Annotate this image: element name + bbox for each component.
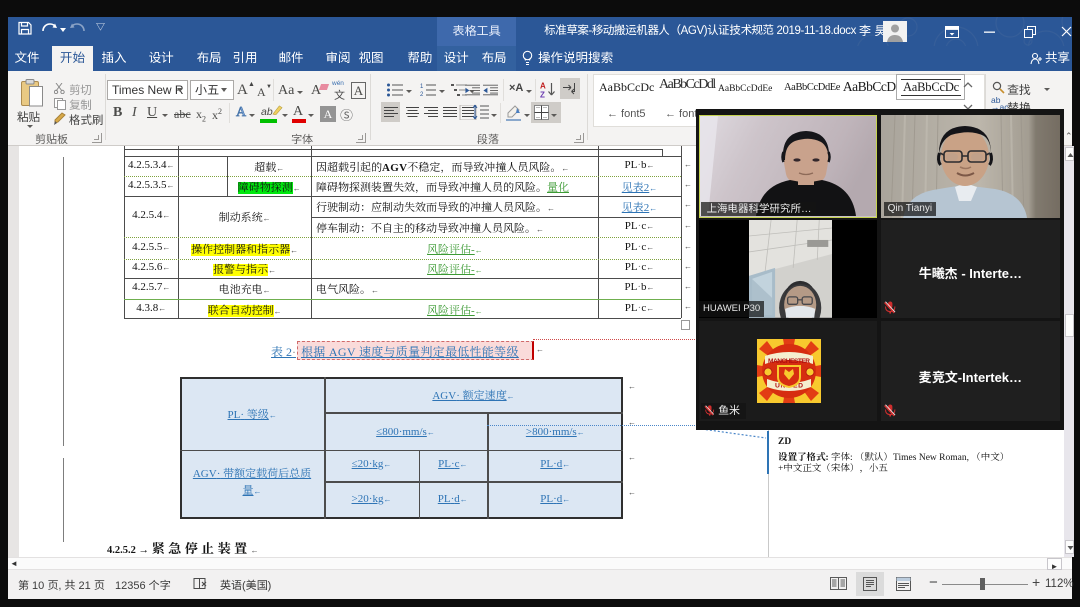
svg-text:MANCHESTER: MANCHESTER: [768, 358, 810, 365]
svg-text:A: A: [540, 82, 546, 91]
svg-text:2: 2: [420, 92, 424, 97]
svg-text:Z: Z: [540, 91, 545, 99]
svg-text:1: 1: [420, 84, 424, 90]
